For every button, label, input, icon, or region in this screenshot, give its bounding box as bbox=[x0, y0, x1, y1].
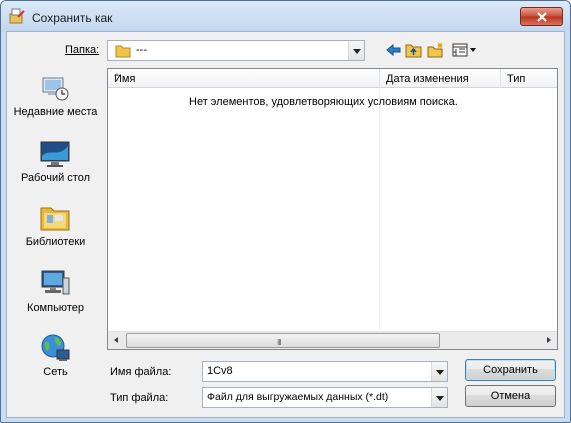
place-label: Рабочий стол bbox=[20, 172, 91, 184]
place-libraries[interactable]: Библиотеки bbox=[12, 202, 99, 248]
computer-icon bbox=[41, 270, 70, 295]
window-title: Сохранить как bbox=[32, 11, 113, 25]
scroll-right-button[interactable] bbox=[540, 332, 557, 349]
filetype-value: Файл для выгружаемых данных (*.dt) bbox=[207, 391, 389, 403]
scroll-grip: III bbox=[277, 338, 282, 347]
file-list[interactable]: Имя Дата изменения Тип Нет элементов, уд… bbox=[107, 68, 558, 350]
up-folder-icon[interactable] bbox=[405, 42, 423, 58]
scroll-left-button[interactable] bbox=[108, 332, 125, 349]
column-divider bbox=[379, 89, 380, 329]
filename-input[interactable]: 1Cv8 bbox=[202, 361, 448, 382]
save-as-dialog: Сохранить как Папка: --- Недавние места … bbox=[0, 0, 571, 423]
folder-icon bbox=[115, 45, 131, 58]
column-header-name[interactable]: Имя bbox=[108, 69, 380, 88]
save-as-icon bbox=[9, 8, 25, 24]
place-desktop[interactable]: Рабочий стол bbox=[12, 138, 99, 184]
close-icon bbox=[537, 12, 547, 22]
cancel-button[interactable]: Отмена bbox=[465, 385, 556, 407]
place-label: Сеть bbox=[43, 366, 68, 378]
folder-value: --- bbox=[136, 44, 147, 56]
title-bar[interactable]: Сохранить как bbox=[1, 1, 570, 31]
close-button[interactable] bbox=[520, 7, 563, 26]
column-header-row: Имя Дата изменения Тип bbox=[108, 69, 557, 88]
place-label: Недавние места bbox=[13, 106, 98, 118]
filetype-dropdown-arrow[interactable] bbox=[431, 388, 447, 407]
view-menu-icon[interactable] bbox=[452, 42, 478, 58]
horizontal-scrollbar[interactable]: III bbox=[108, 331, 557, 349]
folder-label: Папка: bbox=[65, 44, 100, 56]
place-recent[interactable]: Недавние места bbox=[12, 72, 99, 124]
places-bar: Недавние места Рабочий стол Библиотеки К… bbox=[12, 72, 99, 414]
place-computer[interactable]: Компьютер bbox=[12, 268, 99, 314]
dialog-client-area: Папка: --- Недавние места Рабочий стол Б… bbox=[6, 31, 565, 418]
desktop-icon bbox=[40, 141, 70, 167]
recent-places-icon bbox=[42, 77, 69, 101]
back-arrow-icon[interactable] bbox=[385, 42, 403, 58]
libraries-icon bbox=[40, 207, 70, 231]
filename-dropdown-arrow[interactable] bbox=[431, 362, 447, 381]
folder-combobox[interactable]: --- bbox=[107, 40, 365, 61]
network-icon bbox=[41, 334, 70, 361]
filetype-select[interactable]: Файл для выгружаемых данных (*.dt) bbox=[202, 387, 448, 408]
save-button[interactable]: Сохранить bbox=[465, 359, 556, 381]
filename-value: 1Cv8 bbox=[207, 365, 233, 377]
place-network[interactable]: Сеть bbox=[12, 332, 99, 378]
column-header-type[interactable]: Тип bbox=[501, 69, 557, 88]
scroll-thumb[interactable]: III bbox=[126, 333, 440, 348]
place-label: Библиотеки bbox=[25, 236, 86, 248]
filetype-label: Тип файла: bbox=[110, 392, 169, 404]
column-header-date[interactable]: Дата изменения bbox=[380, 69, 501, 88]
filename-label: Имя файла: bbox=[110, 366, 172, 378]
empty-message: Нет элементов, удовлетворяющих условиям … bbox=[189, 96, 458, 108]
new-folder-icon[interactable] bbox=[427, 42, 445, 58]
folder-dropdown-arrow[interactable] bbox=[348, 41, 364, 60]
place-label: Компьютер bbox=[27, 302, 84, 314]
